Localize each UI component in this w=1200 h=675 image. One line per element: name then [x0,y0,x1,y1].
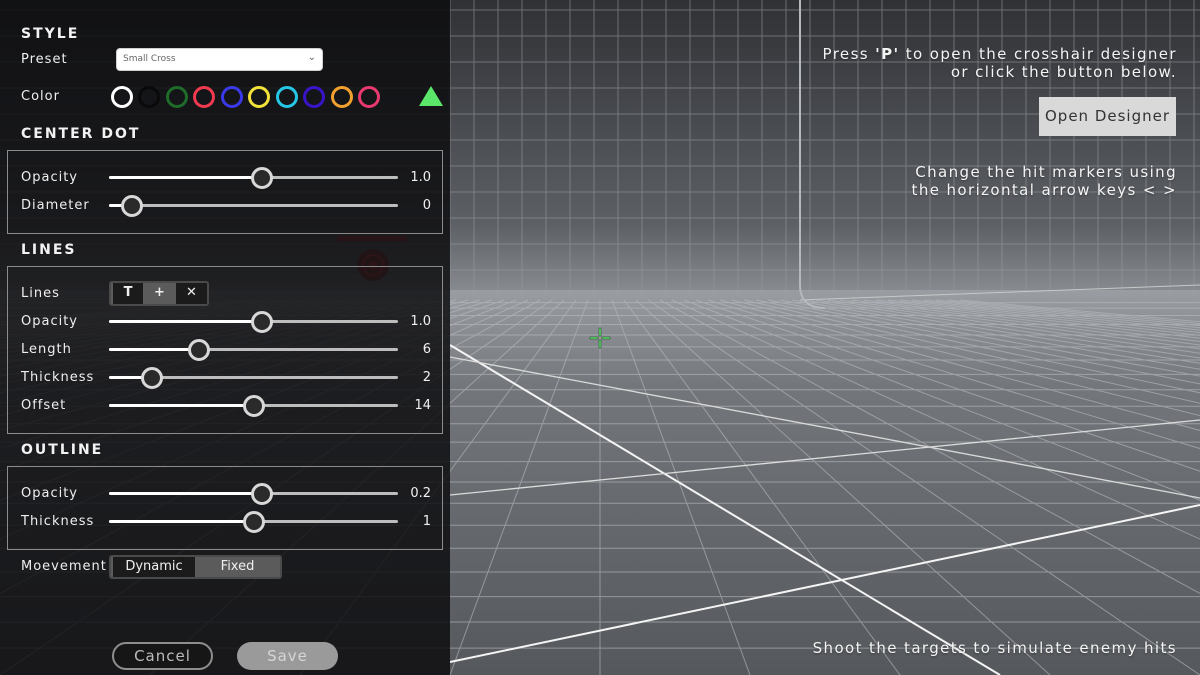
hitmarker-hint-line2: the horizontal arrow keys < > [911,181,1177,199]
lines-offset-slider[interactable] [109,395,398,417]
style-section-title: STYLE [21,26,80,42]
triangle-icon[interactable] [418,85,444,107]
crosshair-icon [589,327,611,349]
center-dot-diameter-slider[interactable] [109,195,398,217]
slider-handle[interactable] [242,395,265,417]
outline-thickness-label: Thickness [21,514,95,529]
save-button[interactable]: Save [237,642,338,670]
hitmarker-hint: Change the hit markers using the horizon… [912,163,1177,199]
lines-length-label: Length [21,342,72,357]
lines-section-title: LINES [21,242,77,258]
lines-mode-label: Lines [21,286,60,301]
center-dot-diameter-label: Diameter [21,198,90,213]
slider-handle[interactable] [141,367,164,389]
crosshair-settings-panel: STYLE Preset Small Cross ⌄ Color CENTER … [0,0,450,675]
movement-label: Moevement [21,559,107,574]
open-designer-button[interactable]: Open Designer [1039,97,1176,136]
designer-key: 'P' [875,45,900,63]
lines-thickness-slider[interactable] [109,367,398,389]
lines-offset-value: 14 [414,398,431,413]
outline-section-title: OUTLINE [21,442,104,458]
line-mode-x[interactable]: ✕ [176,283,207,304]
slider-handle[interactable] [251,483,274,505]
line-mode-t[interactable]: T [113,283,143,304]
lines-thickness-value: 2 [422,370,431,385]
lines-opacity-slider[interactable] [109,311,398,333]
lines-offset-label: Offset [21,398,67,413]
slider-handle[interactable] [251,167,274,189]
color-swatch[interactable] [303,86,325,108]
preset-dropdown[interactable]: Small Cross ⌄ [116,48,323,71]
center-dot-group [7,150,443,234]
center-dot-diameter-value: 0 [422,198,431,213]
slider-handle[interactable] [121,195,144,217]
color-swatch[interactable] [138,86,160,108]
lines-mode-selector: T + ✕ [109,281,209,306]
designer-hint-line1: Press 'P' to open the crosshair designer [822,45,1177,63]
slider-handle[interactable] [187,339,210,361]
movement-fixed-option[interactable]: Fixed [197,557,278,577]
center-dot-opacity-label: Opacity [21,170,79,185]
movement-selector: Dynamic Fixed [109,555,282,579]
color-swatch[interactable] [331,86,353,108]
movement-dynamic-option[interactable]: Dynamic [113,557,195,577]
line-mode-plus[interactable]: + [144,283,175,304]
designer-hint-line2: or click the button below. [950,63,1177,81]
outline-opacity-value: 0.2 [410,486,431,501]
color-swatch[interactable] [248,86,270,108]
lines-thickness-label: Thickness [21,370,95,385]
center-dot-opacity-value: 1.0 [410,170,431,185]
color-swatch[interactable] [193,86,215,108]
outline-group [7,466,443,550]
lines-length-value: 6 [422,342,431,357]
color-label: Color [21,89,60,104]
slider-handle[interactable] [251,311,274,333]
color-swatch[interactable] [358,86,380,108]
slider-handle[interactable] [242,511,265,533]
center-dot-opacity-slider[interactable] [109,167,398,189]
outline-thickness-value: 1 [422,514,431,529]
designer-hint: Press 'P' to open the crosshair designer… [823,45,1177,81]
cancel-button[interactable]: Cancel [112,642,213,670]
color-swatch[interactable] [276,86,298,108]
center-dot-section-title: CENTER DOT [21,126,141,142]
lines-opacity-value: 1.0 [410,314,431,329]
lines-opacity-label: Opacity [21,314,79,329]
shoot-hint: Shoot the targets to simulate enemy hits [812,639,1177,657]
preset-label: Preset [21,52,68,67]
outline-thickness-slider[interactable] [109,511,398,533]
lines-length-slider[interactable] [109,339,398,361]
color-swatch[interactable] [221,86,243,108]
outline-opacity-slider[interactable] [109,483,398,505]
color-swatch[interactable] [111,86,133,108]
hitmarker-hint-line1: Change the hit markers using [915,163,1177,181]
outline-opacity-label: Opacity [21,486,79,501]
color-swatch[interactable] [166,86,188,108]
chevron-down-icon: ⌄ [307,52,316,63]
preset-value: Small Cross [123,54,176,64]
